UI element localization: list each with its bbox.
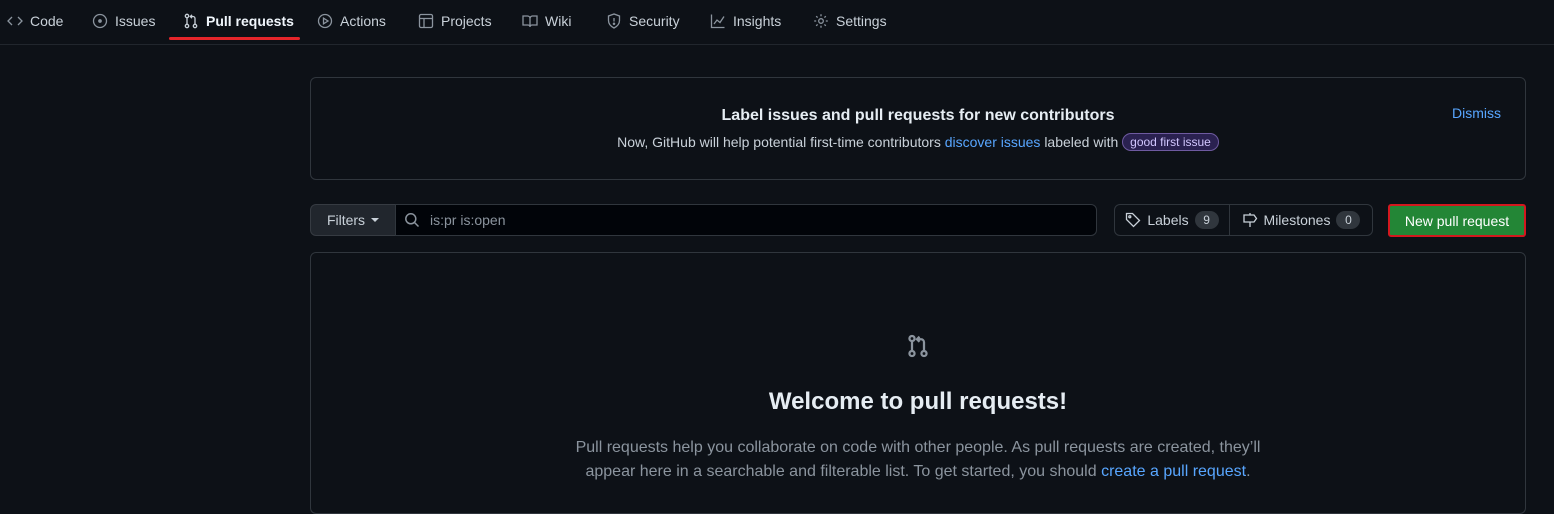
tab-wiki[interactable]: Wiki: [522, 0, 571, 42]
search-box[interactable]: [395, 204, 1097, 236]
search-icon: [405, 213, 420, 228]
blankslate-text-line1: Pull requests help you collaborate on co…: [575, 439, 1261, 456]
graph-icon: [710, 14, 725, 29]
tab-label: Wiki: [545, 13, 572, 29]
play-icon: [317, 13, 333, 29]
blankslate-text-period: .: [1246, 463, 1251, 480]
tab-pull-requests[interactable]: Pull requests: [183, 0, 294, 42]
new-contributors-banner: Label issues and pull requests for new c…: [310, 77, 1526, 180]
banner-text-start: Now, GitHub will help potential first-ti…: [617, 134, 941, 150]
create-pull-request-link[interactable]: create a pull request: [1101, 463, 1246, 480]
tab-settings[interactable]: Settings: [813, 0, 887, 42]
tab-label: Projects: [441, 13, 492, 29]
tab-actions[interactable]: Actions: [317, 0, 386, 42]
active-tab-underline: [169, 37, 300, 40]
tab-code[interactable]: Code: [7, 0, 63, 42]
dismiss-link[interactable]: Dismiss: [1452, 105, 1501, 121]
blankslate-text-line2: appear here in a searchable and filterab…: [585, 463, 1097, 480]
tab-issues[interactable]: Issues: [92, 0, 155, 42]
tab-label: Insights: [733, 13, 782, 29]
labels-count: 9: [1194, 211, 1219, 229]
banner-title: Label issues and pull requests for new c…: [721, 107, 1115, 124]
tab-label: Settings: [836, 13, 887, 29]
tab-insights[interactable]: Insights: [710, 0, 781, 42]
milestones-label: Milestones: [1263, 212, 1331, 228]
tab-security[interactable]: Security: [606, 0, 680, 42]
discover-issues-link[interactable]: discover issues: [945, 134, 1041, 150]
repo-nav: Code Issues Pull requests Actions Projec…: [0, 0, 1554, 45]
blankslate-title: Welcome to pull requests!: [768, 388, 1068, 415]
book-icon: [522, 15, 538, 28]
tab-label: Pull requests: [206, 13, 294, 29]
caret-down-icon: [371, 218, 380, 222]
blankslate-description: Pull requests help you collaborate on co…: [568, 436, 1268, 484]
search-input[interactable]: [428, 211, 1072, 229]
tab-label: Issues: [115, 13, 156, 29]
labels-label: Labels: [1147, 212, 1189, 228]
table-icon: [418, 13, 434, 29]
tab-label: Code: [30, 13, 64, 29]
tab-label: Actions: [340, 13, 386, 29]
tag-icon: [1126, 212, 1141, 228]
filters-label: Filters: [326, 212, 366, 228]
banner-text: Now, GitHub will help potential first-ti…: [311, 133, 1525, 151]
milestones-count: 0: [1336, 211, 1361, 229]
banner-text-end: labeled with: [1044, 134, 1119, 150]
code-icon: [7, 16, 23, 26]
pull-requests-blankslate: Welcome to pull requests! Pull requests …: [310, 252, 1526, 514]
shield-icon: [607, 13, 621, 29]
gear-icon: [814, 14, 828, 28]
milestone-icon: [1242, 213, 1257, 227]
good-first-issue-label[interactable]: good first issue: [1122, 133, 1219, 151]
issue-icon: [92, 13, 108, 29]
filters-button[interactable]: Filters: [310, 204, 396, 236]
milestones-button[interactable]: Milestones 0: [1229, 204, 1373, 236]
pull-request-icon: [908, 334, 928, 358]
tab-label: Security: [629, 13, 680, 29]
labels-button[interactable]: Labels 9: [1114, 204, 1230, 236]
new-pull-request-button[interactable]: New pull request: [1388, 204, 1526, 237]
pull-request-icon: [184, 13, 198, 29]
tab-projects[interactable]: Projects: [418, 0, 492, 42]
